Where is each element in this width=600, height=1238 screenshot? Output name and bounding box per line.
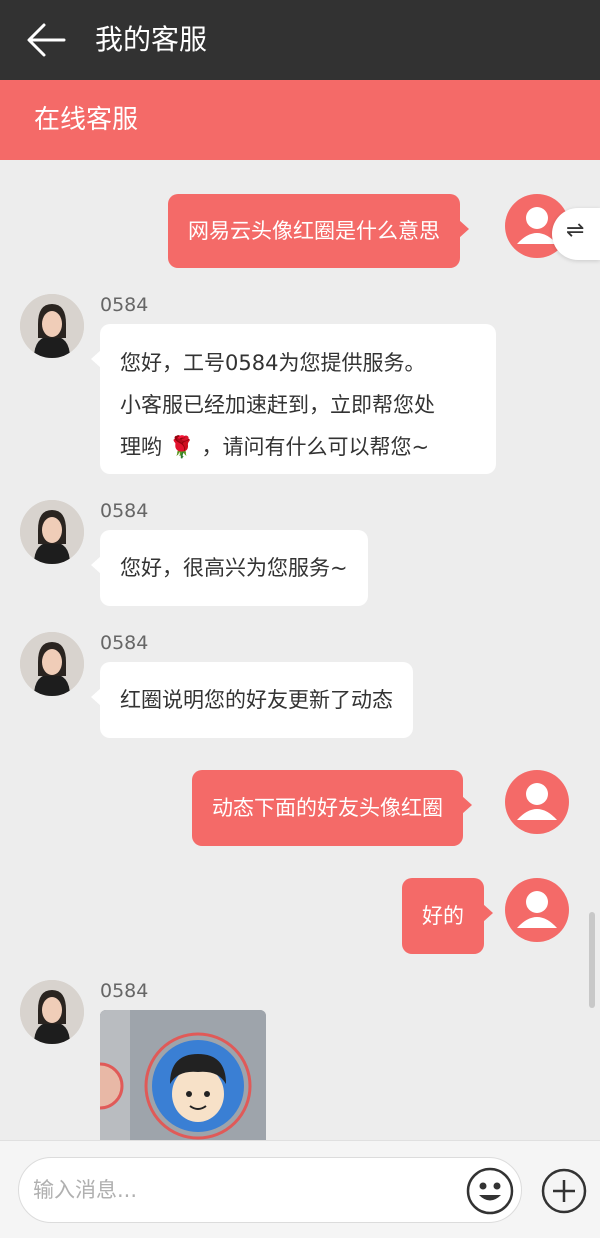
agent-avatar[interactable] (20, 632, 84, 696)
sender-name: 0584 (100, 632, 149, 654)
user-avatar-icon (517, 891, 557, 928)
user-avatar[interactable] (505, 878, 569, 942)
message-line: 小客服已经加速赶到，立即帮您处 (120, 393, 435, 417)
agent-photo-icon (20, 632, 84, 696)
sender-name: 0584 (100, 500, 149, 522)
agent-photo-icon (20, 980, 84, 1044)
message-line: 理哟 🌹 ，请问有什么可以帮您~ (120, 435, 430, 459)
swap-arrows-icon: ⇌ (566, 218, 585, 243)
message-text: 红圈说明您的好友更新了动态 (120, 688, 393, 712)
outgoing-message: 动态下面的好友头像红圈 (192, 770, 472, 846)
agent-photo-icon (20, 294, 84, 358)
incoming-message: 红圈说明您的好友更新了动态 (91, 662, 413, 738)
agent-photo-icon (20, 500, 84, 564)
incoming-message: 您好，工号0584为您提供服务。 小客服已经加速赶到，立即帮您处 理哟 🌹 ，请… (91, 324, 496, 474)
user-avatar-icon (517, 783, 557, 820)
smiley-icon[interactable] (465, 1166, 515, 1216)
message-text: 动态下面的好友头像红圈 (212, 796, 443, 820)
agent-avatar[interactable] (20, 500, 84, 564)
user-avatar[interactable] (505, 770, 569, 834)
message-input-box[interactable] (18, 1157, 522, 1223)
message-input[interactable] (33, 1170, 453, 1210)
top-bar: 我的客服 (0, 0, 600, 80)
outgoing-message: 好的 (402, 878, 493, 954)
sender-name: 0584 (100, 294, 149, 316)
sender-name: 0584 (100, 980, 149, 1002)
message-text: 您好，很高兴为您服务~ (120, 556, 348, 580)
scrollbar[interactable] (589, 912, 595, 1008)
incoming-message: 您好，很高兴为您服务~ (91, 530, 368, 606)
image-message[interactable] (100, 1010, 266, 1140)
agent-avatar[interactable] (20, 294, 84, 358)
service-header: 在线客服 (0, 80, 600, 160)
service-title: 在线客服 (34, 105, 139, 135)
message-line: 您好，工号0584为您提供服务。 (120, 351, 426, 375)
message-text: 好的 (422, 904, 464, 928)
arrow-left-icon[interactable] (26, 22, 66, 58)
plus-circle-icon[interactable] (540, 1167, 588, 1215)
outgoing-message: 网易云头像红圈是什么意思 (168, 194, 469, 268)
composer-bar (0, 1140, 600, 1238)
page-title: 我的客服 (95, 23, 208, 56)
chat-area[interactable]: 网易云头像红圈是什么意思 0584 您好，工号0584为您提供服务。 小客服已经… (0, 160, 600, 1140)
message-text: 网易云头像红圈是什么意思 (188, 219, 440, 243)
screenshot-thumbnail-icon (100, 1010, 266, 1140)
agent-avatar[interactable] (20, 980, 84, 1044)
switch-tab[interactable]: ⇌ (552, 208, 600, 260)
